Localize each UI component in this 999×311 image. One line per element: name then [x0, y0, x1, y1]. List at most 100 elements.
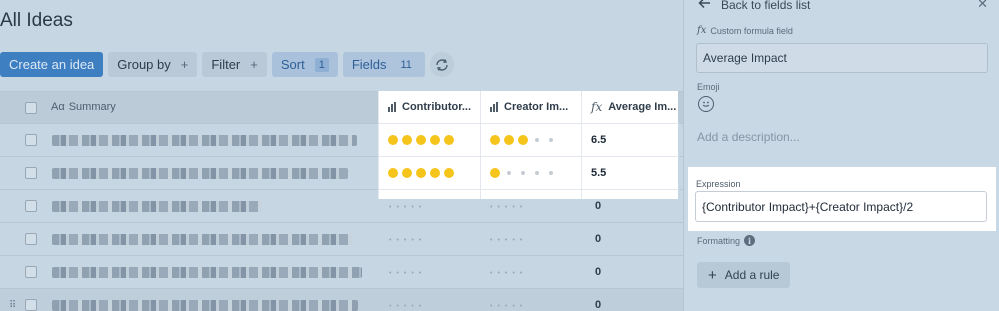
info-icon[interactable]: i: [744, 235, 756, 246]
text-type-icon: Aα: [51, 101, 65, 113]
rating-dot-filled[interactable]: [430, 135, 440, 145]
rating-empty: •••••: [490, 237, 528, 244]
field-editor-panel: Back to fields list ✕ fx Custom formula …: [683, 0, 999, 311]
rating-dot-filled[interactable]: [388, 168, 398, 178]
formatting-label: Formatting i: [697, 235, 756, 246]
formatting-text: Formatting: [697, 235, 741, 246]
rating-dot-empty[interactable]: [549, 138, 553, 142]
sort-label: Sort: [280, 57, 305, 72]
redacted-summary: [52, 300, 358, 311]
fx-icon: fx: [697, 25, 707, 36]
rating-dot-filled[interactable]: [518, 135, 528, 145]
table-cell: [379, 190, 481, 199]
sort-button[interactable]: Sort 1: [271, 52, 338, 77]
add-rule-button[interactable]: + Add a rule: [697, 262, 791, 288]
create-idea-label: Create an idea: [9, 57, 95, 72]
group-by-button[interactable]: Group by +: [108, 52, 198, 77]
redacted-summary: [52, 234, 352, 245]
rating-contributor[interactable]: [388, 168, 454, 178]
rating-dot-filled[interactable]: [444, 168, 454, 178]
average-value: 0: [595, 200, 602, 212]
expression-label: Expression: [696, 179, 741, 189]
rating-empty: •••••: [490, 204, 528, 211]
creator-impact-cell[interactable]: [481, 124, 582, 156]
rating-empty: •••••: [389, 303, 427, 310]
close-icon[interactable]: ✕: [977, 0, 988, 12]
rating-dot-filled[interactable]: [490, 168, 500, 178]
drag-handle-icon[interactable]: ⠿: [9, 300, 16, 311]
sync-icon[interactable]: [429, 52, 454, 77]
rating-dot-filled[interactable]: [416, 168, 426, 178]
bar-chart-icon: [490, 102, 498, 112]
toolbar: Create an idea Group by + Filter + Sort …: [0, 52, 454, 77]
redacted-summary: [52, 168, 348, 179]
expression-input[interactable]: {Contributor Impact}+{Creator Impact}/2: [695, 191, 987, 222]
rating-dot-empty[interactable]: [535, 171, 539, 175]
rating-dot-filled[interactable]: [490, 135, 500, 145]
rating-dot-empty[interactable]: [535, 138, 539, 142]
average-impact-cell: 6.5: [582, 124, 679, 156]
page-title: All Ideas: [0, 10, 73, 31]
creator-impact-cell[interactable]: [481, 157, 582, 189]
row-checkbox[interactable]: [25, 167, 37, 179]
summary-column-header[interactable]: Aα Summary: [51, 101, 116, 113]
table-row[interactable]: 5.5: [379, 157, 679, 190]
table-row[interactable]: ⠿ ••••• ••••• 0: [0, 289, 683, 311]
average-value: 0: [595, 299, 602, 311]
column-header-average-impact[interactable]: fx Average Im...: [582, 91, 679, 123]
summary-header-label: Summary: [68, 101, 116, 113]
rating-dot-filled[interactable]: [416, 135, 426, 145]
table-row[interactable]: ••••• ••••• 0: [0, 256, 683, 289]
table-row[interactable]: ••••• ••••• 0: [0, 223, 683, 256]
filter-label: Filter: [211, 57, 241, 72]
row-checkbox[interactable]: [25, 233, 37, 245]
rating-dot-empty[interactable]: [507, 171, 511, 175]
select-all-checkbox[interactable]: [25, 102, 37, 114]
group-by-label: Group by: [117, 57, 171, 72]
back-label: Back to fields list: [721, 0, 811, 12]
row-checkbox[interactable]: [25, 299, 37, 311]
rating-dot-empty[interactable]: [549, 171, 553, 175]
rating-contributor[interactable]: [388, 135, 454, 145]
rating-empty: •••••: [389, 204, 427, 211]
column-header-label: Contributor...: [402, 101, 472, 113]
rating-dot-filled[interactable]: [402, 168, 412, 178]
row-checkbox[interactable]: [25, 200, 37, 212]
rating-dot-filled[interactable]: [444, 135, 454, 145]
table-row-partial: [379, 190, 679, 199]
row-checkbox[interactable]: [25, 134, 37, 146]
column-header-contributor-impact[interactable]: Contributor...: [379, 91, 481, 123]
plus-icon: +: [708, 266, 717, 284]
table-cell: [481, 190, 582, 199]
rating-empty: •••••: [389, 270, 427, 277]
rating-dot-filled[interactable]: [388, 135, 398, 145]
contributor-impact-cell[interactable]: [379, 157, 481, 189]
field-name-input[interactable]: Average Impact: [696, 43, 988, 73]
average-value: 0: [595, 266, 602, 278]
fx-icon: fx: [591, 100, 603, 114]
row-checkbox[interactable]: [25, 266, 37, 278]
average-value: 5.5: [591, 167, 607, 179]
create-idea-button[interactable]: Create an idea: [0, 52, 104, 77]
expression-section: Expression {Contributor Impact}+{Creator…: [688, 167, 996, 231]
fields-button[interactable]: Fields 11: [342, 52, 425, 77]
contributor-impact-cell[interactable]: [379, 124, 481, 156]
table-row[interactable]: 6.5: [379, 124, 679, 157]
back-to-fields-link[interactable]: Back to fields list: [698, 0, 810, 12]
rating-dot-filled[interactable]: [430, 168, 440, 178]
rating-dot-filled[interactable]: [504, 135, 514, 145]
redacted-summary: [52, 201, 262, 212]
rating-creator[interactable]: [490, 135, 556, 145]
fields-count-badge: 11: [400, 58, 412, 71]
rating-creator[interactable]: [490, 168, 556, 178]
emoji-picker-icon[interactable]: [698, 96, 714, 112]
description-input[interactable]: Add a description...: [697, 130, 800, 144]
filter-button[interactable]: Filter +: [202, 52, 267, 77]
rating-dot-empty[interactable]: [521, 171, 525, 175]
average-impact-cell: 5.5: [582, 157, 679, 189]
average-value: 6.5: [591, 134, 607, 146]
redacted-summary: [52, 267, 362, 278]
rating-dot-filled[interactable]: [402, 135, 412, 145]
column-header-creator-impact[interactable]: Creator Im...: [481, 91, 582, 123]
rating-empty: •••••: [490, 270, 528, 277]
